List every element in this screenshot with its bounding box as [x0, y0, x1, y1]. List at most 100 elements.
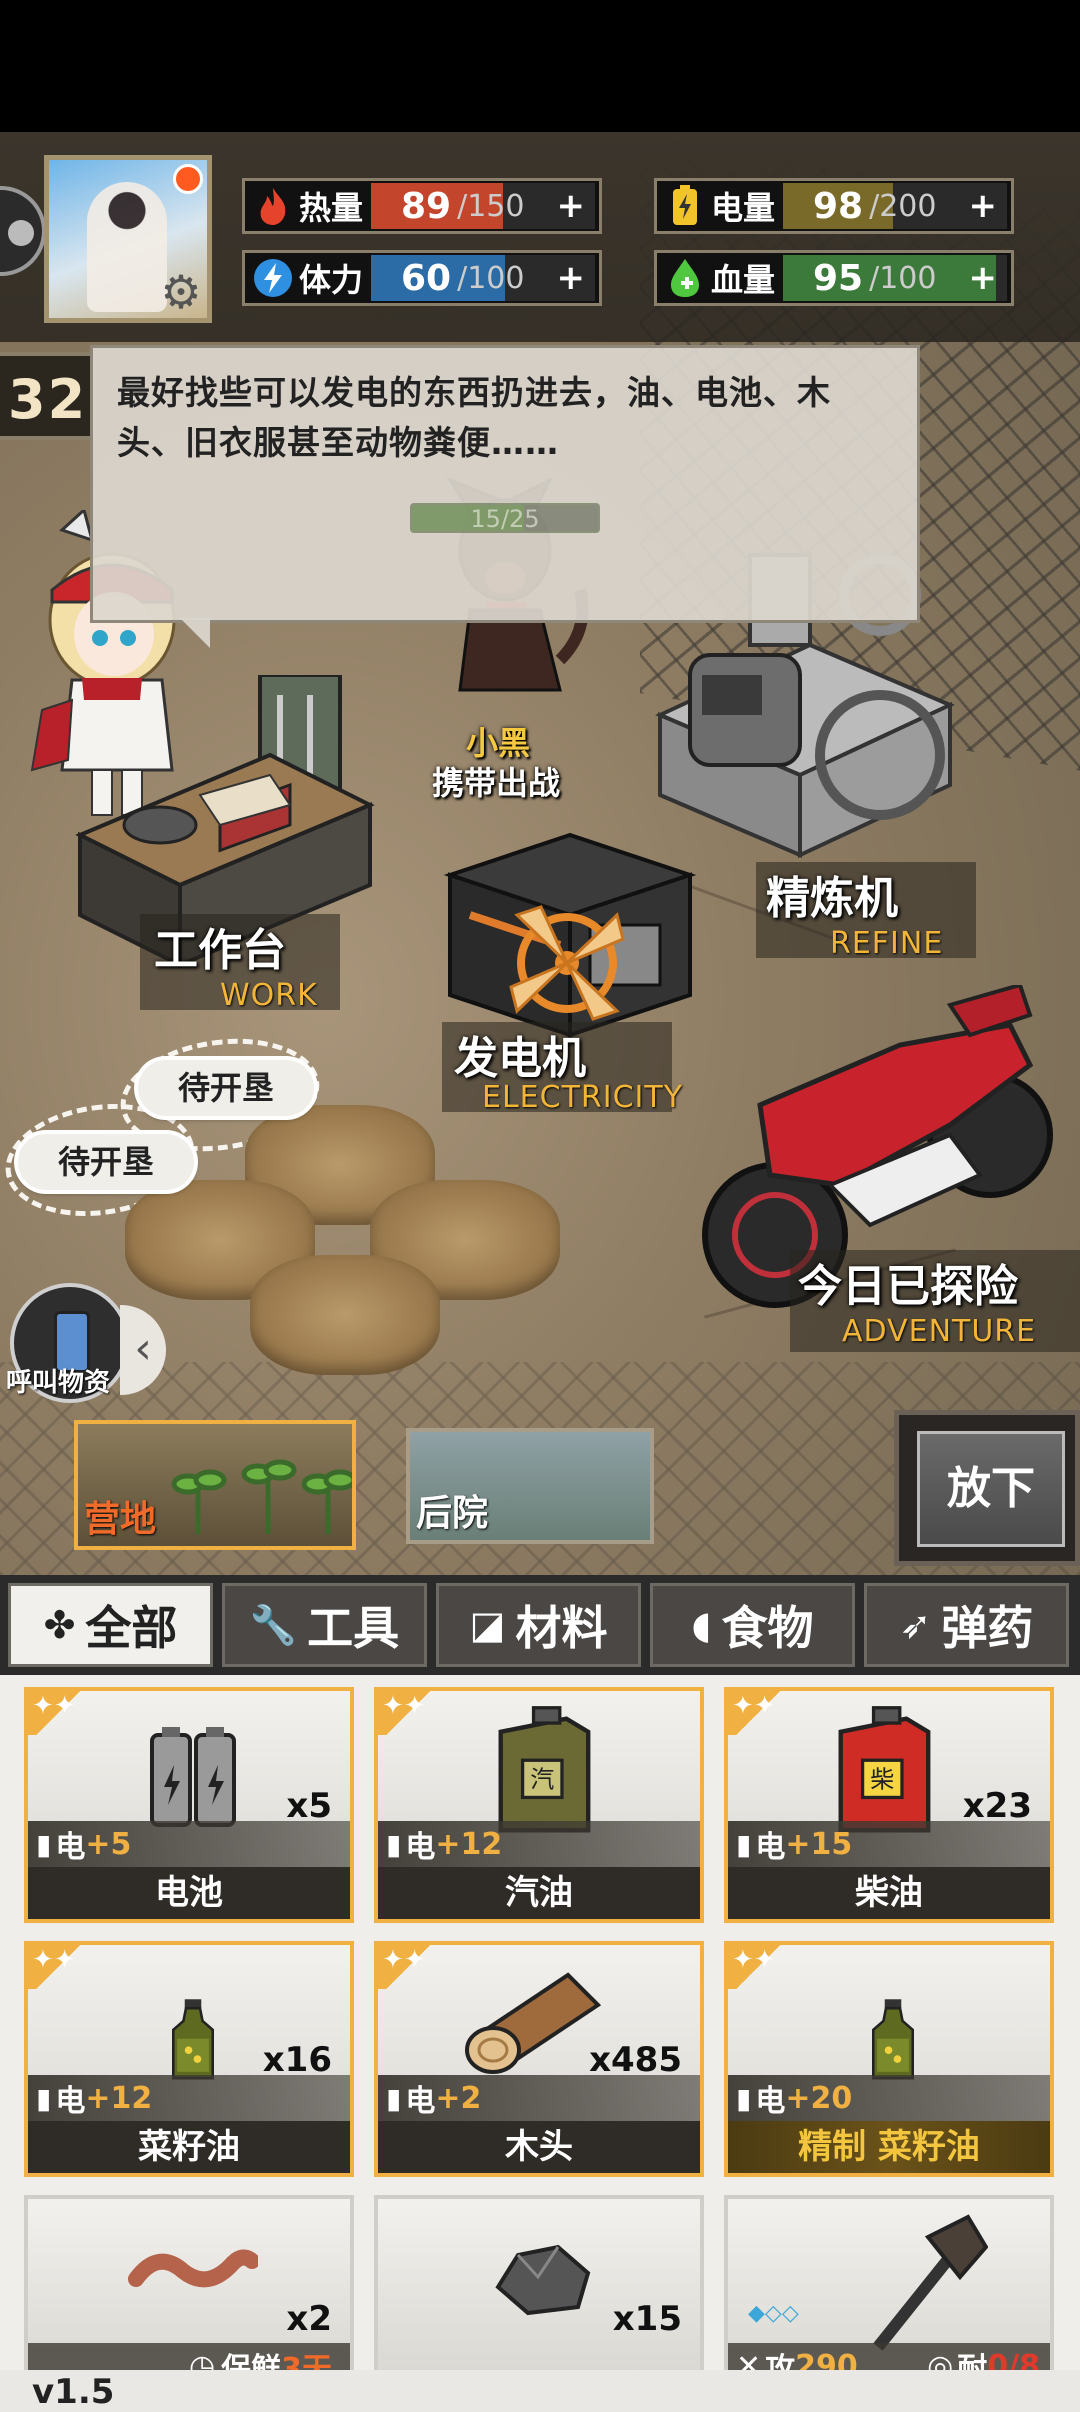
item-quantity: x15	[612, 2299, 682, 2339]
stamina-bar: 60 /100 +	[371, 255, 595, 301]
item-quantity: x23	[962, 1786, 1032, 1826]
refiner-label[interactable]: 精炼机 REFINE	[756, 862, 976, 961]
health-label: 血量	[711, 261, 776, 299]
tab-tools[interactable]: 🔧 工具	[222, 1583, 427, 1667]
item-name: 柴油	[728, 1867, 1050, 1919]
stamina-add-button[interactable]: +	[557, 258, 586, 298]
item-quantity: x485	[589, 2040, 682, 2080]
unplowed-plot-button[interactable]: 待开垦	[138, 1060, 315, 1116]
item-effect: ▮ 电 +2	[378, 2075, 700, 2121]
health-add-button[interactable]: +	[969, 258, 998, 298]
stone-ore-icon	[495, 2244, 591, 2316]
location-backyard-label: 后院	[416, 1493, 489, 1534]
battery-small-icon: ▮	[736, 2081, 752, 2115]
battery-small-icon: ▮	[736, 1827, 752, 1861]
call-supply-label: 呼叫物资	[6, 1368, 111, 1398]
material-icon: ◪	[469, 1603, 506, 1647]
generator-fan-icon	[497, 893, 637, 1033]
put-down-button[interactable]: 放下	[894, 1410, 1080, 1566]
lightning-icon	[251, 256, 295, 300]
heat-add-button[interactable]: +	[557, 186, 586, 226]
item-effect: ▮ 电 +5	[28, 1821, 350, 1867]
player-level: 32	[0, 352, 96, 440]
unplowed-plot-button[interactable]: 待开垦	[18, 1134, 195, 1190]
item-card-diesel[interactable]: ✦✦ 柴 x23 ▮ 电 +15 柴油	[724, 1687, 1054, 1923]
tab-ammo[interactable]: ➶ 弹药	[864, 1583, 1069, 1667]
battery-item-icon	[150, 1727, 236, 1827]
stamina-label: 体力	[299, 261, 364, 299]
rarity-stars: ✦✦	[728, 1945, 788, 1989]
location-camp-label: 营地	[84, 1499, 157, 1540]
heat-bar: 89 /150 +	[371, 183, 595, 229]
health-bar: 95 /100 +	[783, 255, 1007, 301]
stamina-current: 60	[401, 257, 452, 299]
heat-stat: 热量 89 /150 +	[242, 178, 602, 234]
power-label: 电量	[711, 189, 776, 227]
power-add-button[interactable]: +	[969, 186, 998, 226]
hint-dialog[interactable]: 最好找些可以发电的东西扔进去，油、电池、木头、旧衣服甚至动物粪便……	[90, 345, 920, 623]
item-effect: ▮ 电 +15	[728, 1821, 1050, 1867]
version-bar: v1.5	[0, 2370, 1080, 2412]
tab-materials[interactable]: ◪ 材料	[436, 1583, 641, 1667]
wood-log-icon	[465, 1972, 602, 2074]
level-value: 32	[8, 368, 88, 431]
battery-small-icon: ▮	[36, 1827, 52, 1861]
item-card-battery[interactable]: ✦✦ x5 ▮ 电 +5 电池	[24, 1687, 354, 1923]
power-max: /200	[869, 188, 937, 224]
axe-icon	[873, 2214, 988, 2351]
item-card-gasoline[interactable]: ✦✦ 汽 ▮ 电 +12 汽油	[374, 1687, 704, 1923]
workbench-label[interactable]: 工作台 WORK	[140, 914, 340, 1013]
item-card-refined-rapeseed-oil[interactable]: ✦✦ ▮ 电 +20 精制 菜籽油	[724, 1941, 1054, 2177]
diesel-can-icon: 柴	[838, 1706, 931, 1833]
health-stat: 血量 95 /100 +	[654, 250, 1014, 306]
heat-current: 89	[401, 185, 452, 227]
rarity-stars: ✦✦	[378, 1945, 438, 1989]
item-effect: ▮ 电 +12	[378, 1821, 700, 1867]
location-camp[interactable]: 营地	[74, 1420, 356, 1550]
item-card-wood[interactable]: ✦✦ x485 ▮ 电 +2 木头	[374, 1941, 704, 2177]
item-card-worm[interactable]: x2 ◷ 保鲜3天	[24, 2195, 354, 2389]
rarity-stars: ✦✦	[28, 1691, 88, 1735]
hint-text: 最好找些可以发电的东西扔进去，油、电池、木头、旧衣服甚至动物粪便……	[117, 373, 831, 462]
player-avatar[interactable]: ⚙	[44, 155, 212, 323]
item-quantity: x5	[286, 1786, 332, 1826]
location-backyard[interactable]: 后院	[406, 1428, 654, 1544]
health-current: 95	[813, 257, 864, 299]
gas-can-icon: 汽	[498, 1706, 591, 1833]
blood-drop-icon	[663, 256, 707, 300]
rarity-stars: ✦✦	[28, 1945, 88, 1989]
battery-small-icon: ▮	[36, 2081, 52, 2115]
gem-slots-icon: ◆◇◇	[748, 2301, 799, 2326]
item-quantity: x2	[286, 2299, 332, 2339]
progress-text: 15/25	[470, 505, 540, 533]
farm-plot[interactable]	[250, 1255, 440, 1375]
gear-icon[interactable]: ⚙	[157, 268, 205, 316]
item-card-ore[interactable]: x15	[374, 2195, 704, 2385]
item-card-rapeseed-oil[interactable]: ✦✦ x16 ▮ 电 +12 菜籽油	[24, 1941, 354, 2177]
wrench-icon: 🔧	[249, 1602, 298, 1647]
power-stat: 电量 98 /200 +	[654, 178, 1014, 234]
adventure-label[interactable]: 今日已探险 ADVENTURE	[790, 1250, 1080, 1352]
inventory-panel: ✤全部 🔧工具 ◪材料 ◖食物 ➶弹药 ✦✦ x5 ▮ 电+5 电池	[0, 1575, 1080, 2412]
item-name: 电池	[28, 1867, 350, 1919]
worm-icon	[128, 2249, 258, 2288]
item-card-axe[interactable]: ◆◇◇ ✕ 攻290 ◎ 耐0/8	[724, 2195, 1054, 2389]
item-name: 菜籽油	[28, 2121, 350, 2173]
bullet-icon: ➶	[899, 1603, 932, 1647]
stamina-max: /100	[457, 260, 525, 296]
battery-icon	[663, 184, 707, 228]
battery-small-icon: ▮	[386, 1827, 402, 1861]
battery-small-icon: ▮	[386, 2081, 402, 2115]
item-quantity: x16	[262, 2040, 332, 2080]
flame-icon	[251, 184, 295, 228]
item-name: 木头	[378, 2121, 700, 2173]
health-max: /100	[869, 260, 937, 296]
dialog-tail	[180, 618, 210, 648]
tab-food[interactable]: ◖ 食物	[650, 1583, 855, 1667]
item-name: 汽油	[378, 1867, 700, 1919]
tab-all[interactable]: ✤ 全部	[8, 1583, 213, 1667]
pet-carry-button[interactable]: 携带出战	[432, 758, 560, 804]
stamina-stat: 体力 60 /100 +	[242, 250, 602, 306]
notification-dot	[173, 164, 203, 194]
generator-label[interactable]: 发电机 ELECTRICITY	[442, 1022, 682, 1121]
